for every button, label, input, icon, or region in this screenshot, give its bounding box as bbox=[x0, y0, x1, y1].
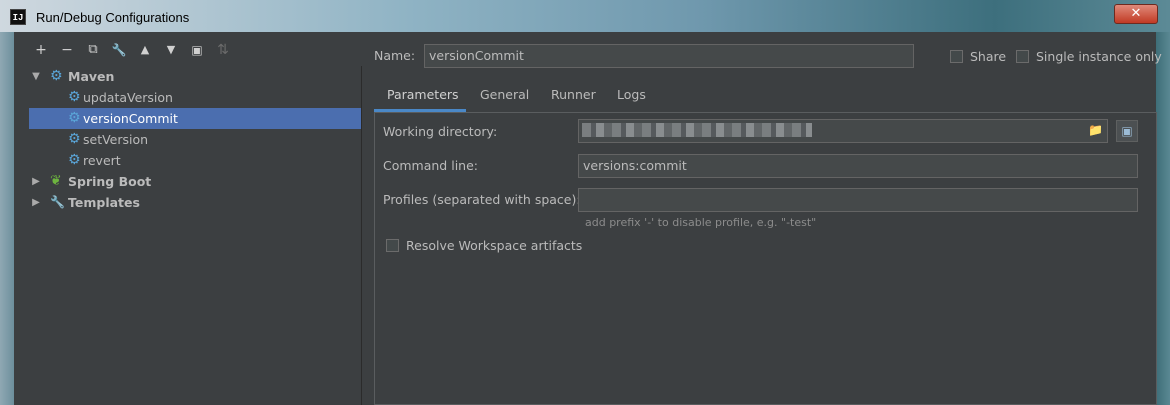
move-up-icon[interactable]: ▲ bbox=[136, 41, 154, 59]
tree-item-label: Templates bbox=[68, 195, 140, 210]
tree-item-spring-boot[interactable]: ▶ ❦ Spring Boot bbox=[29, 171, 361, 192]
new-folder-icon[interactable]: ▣ bbox=[188, 41, 206, 59]
maven-gear-icon: ⚙ bbox=[68, 152, 81, 168]
tree-item-label: versionCommit bbox=[83, 111, 178, 126]
name-label: Name: bbox=[374, 48, 416, 63]
share-label: Share bbox=[970, 49, 1007, 64]
wrench-icon: 🔧 bbox=[50, 195, 65, 209]
tree-item-label: Spring Boot bbox=[68, 174, 152, 189]
tree-item-label: updataVersion bbox=[83, 90, 173, 105]
move-down-icon[interactable]: ▼ bbox=[162, 41, 180, 59]
window-title: Run/Debug Configurations bbox=[36, 10, 190, 25]
tree-item-templates[interactable]: ▶ 🔧 Templates bbox=[29, 192, 361, 213]
window-frame-right bbox=[1156, 32, 1170, 405]
copy-icon[interactable]: ⧉ bbox=[84, 41, 102, 59]
resolve-workspace-label: Resolve Workspace artifacts bbox=[406, 238, 583, 253]
folder-icon[interactable]: 📁 bbox=[1088, 124, 1104, 137]
spring-leaf-icon: ❦ bbox=[50, 173, 62, 189]
module-browse-button[interactable]: ▣ bbox=[1116, 120, 1138, 142]
expand-arrow-icon[interactable]: ▼ bbox=[31, 66, 41, 87]
maven-gear-icon: ⚙ bbox=[68, 110, 81, 126]
profiles-hint: add prefix '-' to disable profile, e.g. … bbox=[585, 216, 817, 229]
window-frame-left bbox=[0, 32, 14, 405]
maven-gear-icon: ⚙ bbox=[50, 68, 63, 84]
tree-item-versioncommit[interactable]: ⚙ versionCommit bbox=[29, 108, 361, 129]
name-input[interactable]: versionCommit bbox=[424, 44, 914, 68]
close-button[interactable]: ✕ bbox=[1114, 4, 1158, 24]
tab-runner[interactable]: Runner bbox=[551, 87, 596, 102]
command-line-label: Command line: bbox=[383, 158, 478, 173]
tree-item-updataversion[interactable]: ⚙ updataVersion bbox=[29, 87, 361, 108]
window-titlebar[interactable]: IJ Run/Debug Configurations ✕ bbox=[0, 0, 1170, 32]
tree-item-revert[interactable]: ⚙ revert bbox=[29, 150, 361, 171]
tab-logs[interactable]: Logs bbox=[617, 87, 646, 102]
tab-parameters[interactable]: Parameters bbox=[387, 87, 459, 102]
working-directory-label: Working directory: bbox=[383, 124, 498, 139]
share-checkbox[interactable] bbox=[950, 50, 963, 63]
resolve-workspace-checkbox[interactable] bbox=[386, 239, 399, 252]
configurations-tree[interactable]: ▼ ⚙ Maven ⚙ updataVersion ⚙ versionCommi… bbox=[29, 66, 362, 405]
tree-item-label: revert bbox=[83, 153, 121, 168]
remove-icon[interactable]: − bbox=[58, 41, 76, 59]
add-icon[interactable]: + bbox=[32, 41, 50, 59]
profiles-label: Profiles (separated with space): bbox=[383, 192, 581, 207]
collapse-arrow-icon[interactable]: ▶ bbox=[31, 192, 41, 213]
single-instance-label: Single instance only bbox=[1036, 49, 1162, 64]
collapse-arrow-icon[interactable]: ▶ bbox=[31, 171, 41, 192]
intellij-logo-icon: IJ bbox=[10, 9, 26, 25]
tree-item-maven[interactable]: ▼ ⚙ Maven bbox=[29, 66, 361, 87]
wrench-icon[interactable]: 🔧 bbox=[110, 41, 128, 59]
tab-general[interactable]: General bbox=[480, 87, 529, 102]
redacted-path bbox=[582, 123, 812, 137]
tree-item-label: Maven bbox=[68, 69, 115, 84]
tree-item-label: setVersion bbox=[83, 132, 149, 147]
command-line-input[interactable]: versions:commit bbox=[578, 154, 1138, 178]
maven-gear-icon: ⚙ bbox=[68, 131, 81, 147]
tree-item-setversion[interactable]: ⚙ setVersion bbox=[29, 129, 361, 150]
sort-icon[interactable]: ⇅ bbox=[214, 41, 232, 59]
single-instance-checkbox[interactable] bbox=[1016, 50, 1029, 63]
maven-gear-icon: ⚙ bbox=[68, 89, 81, 105]
profiles-input[interactable] bbox=[578, 188, 1138, 212]
